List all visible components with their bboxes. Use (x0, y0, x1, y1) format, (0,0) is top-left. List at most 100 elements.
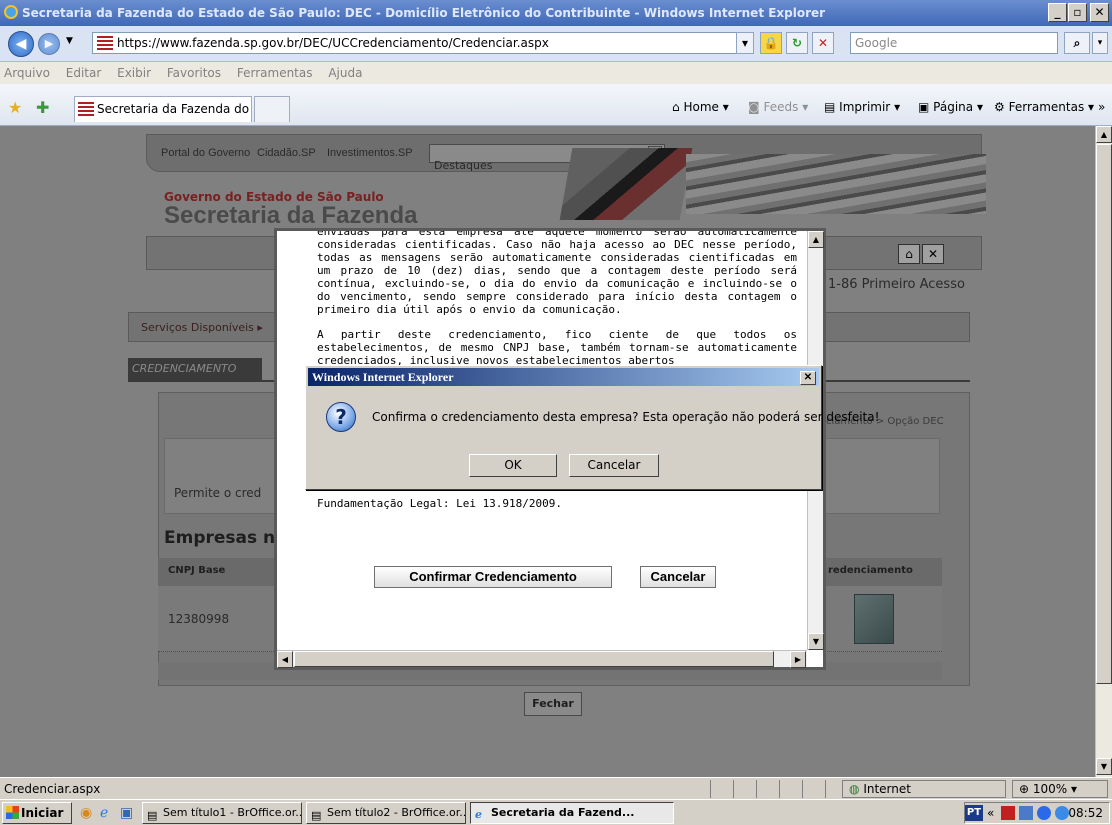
taskbar-item-ie[interactable]: ℯ Secretaria da Fazend... (470, 802, 674, 824)
menu-ajuda[interactable]: Ajuda (328, 66, 362, 80)
sp-flag-banner (559, 148, 693, 220)
tab-favicon-icon (78, 102, 94, 116)
network-tray-icon[interactable] (1019, 806, 1033, 820)
fundamentacao-text: Fundamentação Legal: Lei 13.918/2009. (317, 497, 563, 510)
question-icon: ? (326, 402, 356, 432)
search-input[interactable]: Google (850, 32, 1058, 54)
primeiro-acesso-text[interactable]: 1-86 Primeiro Acesso (828, 277, 965, 292)
start-button[interactable]: Iniciar (2, 802, 72, 824)
scroll-thumb[interactable] (1096, 144, 1112, 684)
link-investimentos-sp[interactable]: Investimentos.SP (327, 147, 413, 159)
msgbox-cancel-button[interactable]: Cancelar (569, 454, 659, 477)
window-title: Secretaria da Fazenda do Estado de São P… (22, 6, 826, 20)
tab-secretaria[interactable]: Secretaria da Fazenda do Estado de São P… (74, 96, 252, 122)
ok-button[interactable]: OK (469, 454, 557, 477)
menu-editar[interactable]: Editar (66, 66, 102, 80)
security-lock-icon[interactable]: 🔒 (760, 32, 782, 54)
dialog-hscroll[interactable]: ◀ ▶ (277, 650, 807, 668)
menu-ferramentas[interactable]: Ferramentas (237, 66, 313, 80)
update-tray-icon[interactable] (1055, 806, 1069, 820)
language-indicator[interactable]: PT (965, 805, 983, 821)
scroll-down-icon[interactable]: ▼ (1096, 758, 1112, 775)
start-label: Iniciar (21, 806, 64, 820)
taskbar-item-label: Sem título1 - BrOffice.or... (163, 806, 302, 819)
new-tab-button[interactable] (254, 96, 290, 122)
page-scrollbar[interactable]: ▲ ▼ (1095, 126, 1112, 777)
close-window-button[interactable]: ✕ (1090, 3, 1109, 22)
document-icon: ▤ (311, 809, 322, 822)
back-button[interactable]: ◀ (8, 31, 34, 57)
feeds-button[interactable]: ◙ Feeds ▾ (748, 98, 808, 116)
search-icon[interactable]: ⌕ (1064, 32, 1090, 54)
credenciamento-tab[interactable]: CREDENCIAMENTO (128, 358, 262, 380)
dialog-scroll-up-icon[interactable]: ▲ (808, 231, 824, 248)
dialog-scroll-right-icon[interactable]: ▶ (790, 651, 806, 668)
msgbox-close-button[interactable]: ✕ (800, 371, 816, 385)
url-dropdown-icon[interactable]: ▾ (736, 32, 754, 54)
taskbar-item-brOffice-2[interactable]: ▤ Sem título2 - BrOffice.or... (306, 802, 466, 824)
maximize-button[interactable]: ▫ (1068, 3, 1087, 22)
menu-arquivo[interactable]: Arquivo (4, 66, 50, 80)
globe-icon: ◍ (849, 782, 860, 796)
zoom-control[interactable]: ⊕ 100% ▾ (1012, 780, 1108, 798)
feeds-label: Feeds (763, 100, 799, 114)
logout-icon[interactable]: ✕ (922, 244, 944, 264)
refresh-icon[interactable]: ↻ (786, 32, 808, 54)
link-portal-governo[interactable]: Portal do Governo (161, 147, 250, 159)
zone-indicator[interactable]: ◍ Internet (842, 780, 1006, 798)
confirm-credenciamento-button[interactable]: Confirmar Credenciamento (374, 566, 612, 588)
url-text: https://www.fazenda.sp.gov.br/DEC/UCCred… (117, 36, 549, 50)
tab-label: Secretaria da Fazenda do Estado de São P… (97, 102, 251, 116)
favorites-star-icon[interactable]: ★ (8, 98, 22, 117)
dialog-hscroll-thumb[interactable] (294, 651, 774, 667)
tools-button[interactable]: ⚙ Ferramentas ▾ (994, 98, 1094, 116)
address-toolbar: ◀ ▶ ▼ https://www.fazenda.sp.gov.br/DEC/… (0, 26, 1112, 62)
page-button[interactable]: ▣ Página ▾ (918, 98, 983, 116)
dialog-cancel-button[interactable]: Cancelar (640, 566, 716, 588)
tray-expand-icon[interactable]: « (987, 803, 994, 823)
menu-favoritos[interactable]: Favoritos (167, 66, 221, 80)
print-button[interactable]: ▤ Imprimir ▾ (824, 98, 900, 116)
home-page-icon[interactable]: ⌂ (898, 244, 920, 264)
servicos-menu[interactable]: Serviços Disponíveis ▸ (141, 321, 263, 334)
add-favorite-icon[interactable]: ✚ (36, 98, 49, 117)
zone-label: Internet (863, 782, 911, 796)
menu-bar: Arquivo Editar Exibir Favoritos Ferramen… (0, 62, 1112, 84)
page-icon: ▣ (918, 100, 930, 114)
ie-quicklaunch-icon[interactable]: ℯ (100, 805, 108, 821)
desktop-quicklaunch-icon[interactable]: ▣ (120, 805, 133, 821)
tools-label: Ferramentas (1008, 100, 1085, 114)
menu-exibir[interactable]: Exibir (117, 66, 151, 80)
fechar-button[interactable]: Fechar (524, 692, 582, 716)
stop-icon[interactable]: ✕ (812, 32, 834, 54)
clock[interactable]: 08:52 (1068, 806, 1103, 820)
home-icon: ⌂ (672, 100, 680, 114)
zoom-label: 100% (1032, 782, 1068, 796)
credenciar-action-icon[interactable] (854, 594, 894, 644)
info-tray-icon[interactable] (1037, 806, 1051, 820)
tools-icon: ⚙ (994, 100, 1005, 114)
link-cidadao-sp[interactable]: Cidadão.SP (257, 147, 316, 159)
more-commands-icon[interactable]: » (1098, 98, 1105, 116)
system-tray: PT « 08:52 (964, 802, 1110, 824)
url-input[interactable]: https://www.fazenda.sp.gov.br/DEC/UCCred… (92, 32, 748, 54)
home-button[interactable]: ⌂ Home ▾ (672, 98, 729, 116)
dialog-scroll-left-icon[interactable]: ◀ (277, 651, 293, 668)
msgbox-title: Windows Internet Explorer (312, 370, 454, 384)
page-label: Página (933, 100, 974, 114)
search-options-icon[interactable]: ▾ (1092, 32, 1108, 54)
taskbar-item-brOffice-1[interactable]: ▤ Sem título1 - BrOffice.or... (142, 802, 302, 824)
firefox-quicklaunch-icon[interactable]: ◉ (80, 805, 92, 821)
forward-button[interactable]: ▶ (38, 33, 60, 55)
acrobat-tray-icon[interactable] (1001, 806, 1015, 820)
cnpj-cell: 12380998 (168, 612, 230, 626)
msgbox-message: Confirma o credenciamento desta empresa?… (372, 410, 880, 424)
scroll-up-icon[interactable]: ▲ (1096, 126, 1112, 143)
minimize-button[interactable]: _ (1048, 3, 1067, 22)
history-dropdown-icon[interactable]: ▼ (66, 36, 73, 46)
zoom-icon: ⊕ (1019, 782, 1030, 796)
site-favicon-icon (97, 36, 113, 50)
print-icon: ▤ (824, 100, 836, 114)
status-text: Credenciar.aspx (4, 782, 101, 796)
dialog-scroll-down-icon[interactable]: ▼ (808, 633, 824, 650)
